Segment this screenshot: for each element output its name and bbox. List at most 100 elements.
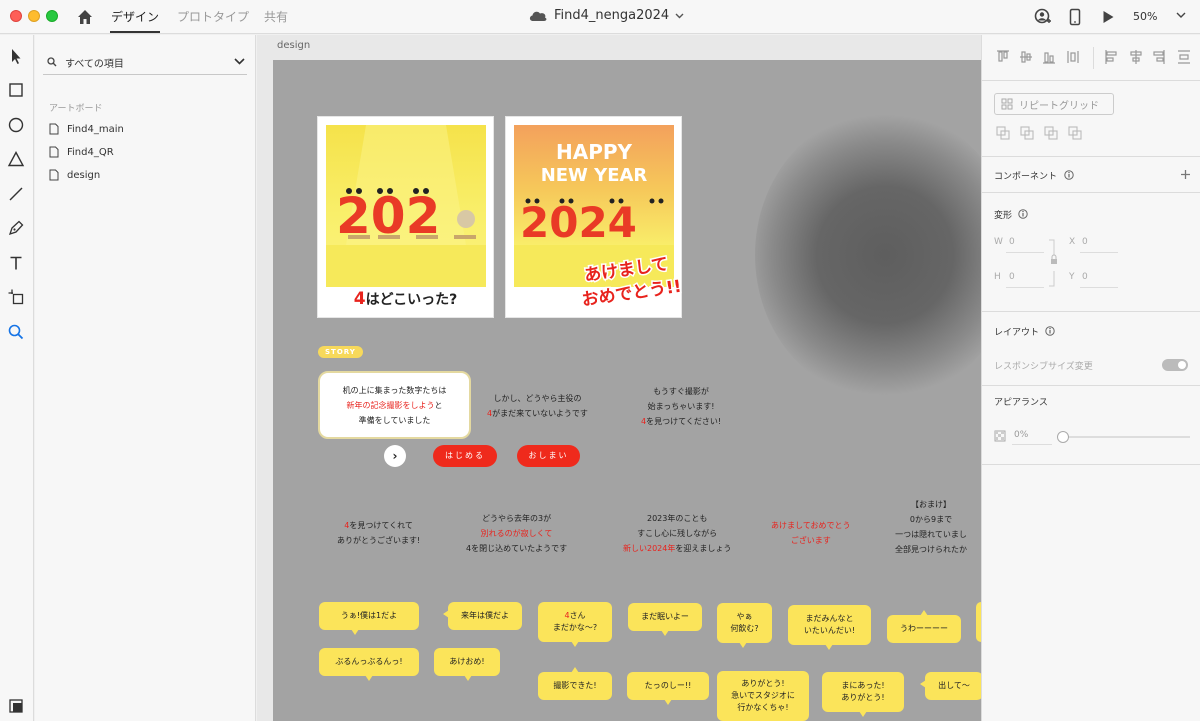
lock-aspect-icon[interactable] [1048,239,1058,287]
speech-bubble[interactable]: 来年は僕だよ [443,602,522,630]
pen-tool-icon[interactable] [7,219,25,237]
headline-new-year: NEW YEAR [541,165,648,186]
repeat-grid-button[interactable]: リピートグリッド [994,93,1114,115]
speech-bubble[interactable]: うぁ!僕は1だよ [319,602,419,635]
y-label: Y [1069,272,1075,282]
result-text-3: 2023年のことも すこし心に残しながら 新しい2024年を迎えましょう [623,514,732,553]
speech-bubble[interactable]: 出して〜 [920,672,981,700]
artboard-item-label: Find4_QR [67,146,114,158]
artboard-tool-icon[interactable] [7,288,25,306]
story-box[interactable]: 机の上に集まった数字たちは 新年の記念撮影をしようと 準備をしていました [318,371,471,439]
x-label: X [1069,237,1076,247]
speech-bubble[interactable]: ありがとう! 急いでスタジオに 行かなくちゃ! [717,671,809,721]
canvas[interactable]: design 202 4はどこいった? HAPPY NEW YEAR 2024 … [257,35,981,721]
info-icon[interactable] [1045,326,1055,336]
artboard-item-find4-qr[interactable]: Find4_QR [49,144,114,160]
x-input[interactable]: 0 [1082,237,1088,247]
speech-bubble[interactable]: まだみんなと いたいんだい! [788,605,871,650]
zoom-chevron-icon[interactable] [1176,10,1186,20]
speech-bubble[interactable]: ぶるんっぶるんっ! [319,648,419,681]
title-bar: デザイン プロトタイプ 共有 Find4_nenga2024 50% [0,0,1200,34]
speech-bubble[interactable]: 撮影できた! [538,667,612,700]
minimize-window-button[interactable] [28,10,40,22]
close-window-button[interactable] [10,10,22,22]
end-button[interactable]: おしまい [517,445,580,467]
document-title[interactable]: Find4_nenga2024 [528,8,684,23]
layout-label: レイアウト [994,328,1040,338]
photo-202: 202 [326,125,486,287]
maximize-window-button[interactable] [46,10,58,22]
story-text-3: もうすぐ撮影が 始まっちゃいます! 4を見つけてください! [641,387,722,426]
speech-bubble[interactable]: 4さん まだかな〜? [538,602,612,647]
text-tool-icon[interactable] [7,254,25,272]
polaroid-card-1[interactable]: 202 4はどこいった? [317,116,494,318]
toolbar-divider [1093,47,1094,69]
artboard-icon [49,123,59,135]
speech-bubble[interactable]: たっのしー!! [627,672,709,705]
rectangle-tool-icon[interactable] [7,81,25,99]
user-add-icon[interactable] [1034,8,1052,26]
info-icon[interactable] [1018,209,1028,219]
divider [982,192,1200,193]
height-label: H [994,272,1001,282]
speech-bubble[interactable]: あけおめ! [434,648,500,681]
photo-caption: 4はどこいった? [353,289,458,309]
opacity-slider-track[interactable] [1058,436,1190,438]
story-text-line: 新年の記念撮影をしようと [346,401,443,410]
artboard-design[interactable]: 202 4はどこいった? HAPPY NEW YEAR 2024 あけまして お… [273,60,981,721]
y-input[interactable]: 0 [1082,272,1088,282]
tab-prototype[interactable]: プロトタイプ [177,8,249,25]
zoom-tool-icon[interactable] [7,323,25,341]
tab-design[interactable]: デザイン [111,8,159,25]
divider [982,385,1200,386]
polygon-tool-icon[interactable] [7,150,25,168]
opacity-slider-handle[interactable] [1057,431,1069,443]
speech-bubble[interactable]: やぁ 何飲む? [717,603,772,648]
width-field-underline [1006,252,1044,253]
home-icon[interactable] [76,8,94,26]
artboards-section-label: アートボード [49,104,103,114]
artboard-item-design[interactable]: design [49,167,100,183]
layers-panel: すべての項目 アートボード Find4_main Find4_QR design [35,35,256,721]
result-text-1: 4を見つけてくれて ありがとうございます! [337,521,421,545]
polaroid-card-2[interactable]: HAPPY NEW YEAR 2024 あけまして おめでとう!! [505,116,684,318]
info-icon[interactable] [1064,170,1074,180]
align-vertical-icons[interactable] [996,49,1092,65]
divider [982,311,1200,312]
start-button[interactable]: はじめる [433,445,497,467]
layers-panel-icon[interactable] [9,699,23,713]
opacity-field-underline [1012,444,1052,445]
speech-bubble[interactable]: まにあった! ありがとう! [822,672,904,717]
layers-search[interactable]: すべての項目 [43,51,247,75]
responsive-resize-label: レスポンシブサイズ変更 [994,362,1093,372]
device-preview-icon[interactable] [1066,8,1084,26]
artboard-icon [49,169,59,181]
height-input[interactable]: 0 [1009,272,1015,282]
artboard-item-find4-main[interactable]: Find4_main [49,121,124,137]
chevron-down-icon[interactable] [234,58,245,65]
artboard-item-label: Find4_main [67,123,124,135]
x-field-underline [1080,252,1118,253]
line-tool-icon[interactable] [7,185,25,203]
search-icon [47,57,57,67]
opacity-icon [994,430,1006,442]
blurred-circle-shape[interactable] [755,110,981,400]
zoom-level[interactable]: 50% [1133,10,1157,23]
speech-bubble[interactable]: まだ眠いよー [628,603,702,636]
ellipse-tool-icon[interactable] [7,116,25,134]
opacity-value[interactable]: 0% [1014,430,1028,440]
component-label: コンポーネント [994,172,1058,182]
select-tool-icon[interactable] [7,47,25,65]
boolean-ops-icons[interactable] [996,125,1086,141]
responsive-resize-toggle[interactable] [1162,359,1188,371]
add-component-icon[interactable] [1180,169,1191,180]
tab-share[interactable]: 共有 [264,8,288,25]
speech-bubble[interactable]: うわーーーー [887,610,961,643]
play-icon[interactable] [1099,8,1117,26]
chevron-down-icon [675,13,684,18]
artboard-name-label[interactable]: design [277,40,310,51]
width-input[interactable]: 0 [1009,237,1015,247]
next-button[interactable]: › [384,445,406,467]
align-horizontal-icons[interactable] [1104,49,1194,65]
divider [982,156,1200,157]
